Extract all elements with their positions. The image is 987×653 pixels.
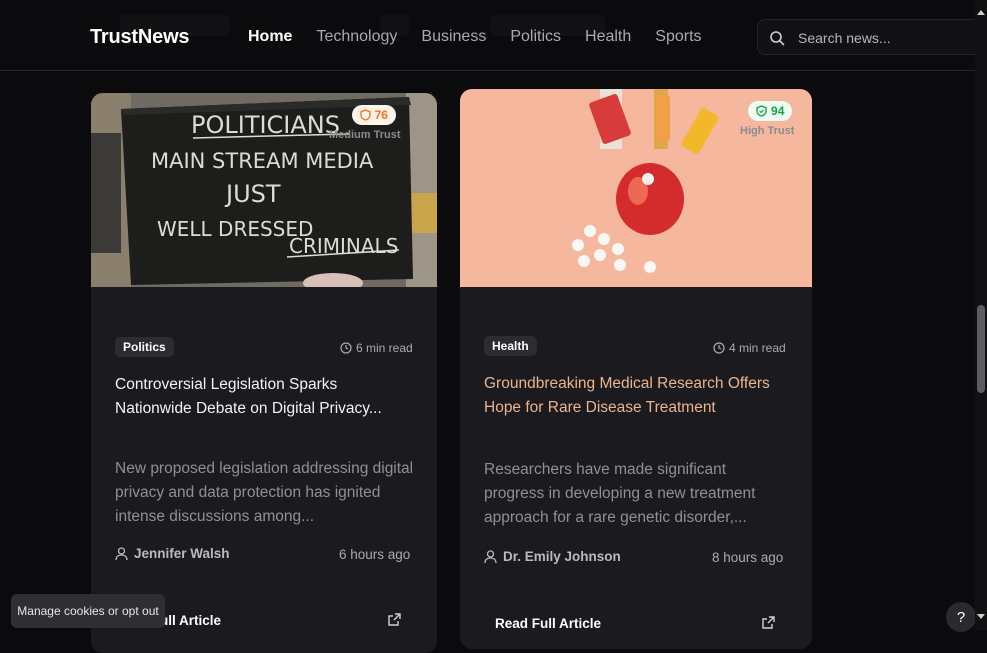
manage-cookies-button[interactable]: Manage cookies or opt out xyxy=(11,594,165,628)
clock-icon xyxy=(340,342,352,354)
article-excerpt: Researchers have made significant progre… xyxy=(484,461,756,526)
read-time-text: 6 min read xyxy=(356,341,413,355)
read-time: 6 min read xyxy=(340,341,413,355)
sign-text-line: CRIMINALS xyxy=(289,234,398,258)
clock-icon xyxy=(713,342,725,354)
read-time-text: 4 min read xyxy=(729,341,786,355)
scroll-up-arrow-icon[interactable] xyxy=(977,10,985,15)
external-link-icon[interactable] xyxy=(761,615,776,630)
article-title[interactable]: Controversial Legislation Sparks Nationw… xyxy=(115,373,415,421)
trust-score: 94 xyxy=(771,104,785,118)
author-name: Jennifer Walsh xyxy=(134,546,230,561)
nav-sports[interactable]: Sports xyxy=(655,28,701,46)
user-icon xyxy=(484,549,497,563)
nav-politics[interactable]: Politics xyxy=(510,28,561,46)
brand-logo[interactable]: TrustNews xyxy=(90,26,190,49)
category-tag[interactable]: Politics xyxy=(115,337,174,357)
trust-label: High Trust xyxy=(740,125,795,137)
external-link-icon[interactable] xyxy=(387,612,402,627)
nav-technology[interactable]: Technology xyxy=(316,28,397,46)
published-time: 8 hours ago xyxy=(712,550,784,565)
search-box[interactable] xyxy=(757,19,982,55)
article-card[interactable]: POLITICIANS MAIN STREAM MEDIA JUST WELL … xyxy=(91,93,437,653)
article-card[interactable]: 94 High Trust Health 4 min read Groundbr… xyxy=(460,89,812,649)
author-name: Dr. Emily Johnson xyxy=(503,549,621,564)
scrollbar-thumb[interactable] xyxy=(977,305,985,393)
top-navigation-bar: TrustNews Home Technology Business Polit… xyxy=(0,0,982,71)
sign-text-line: JUST xyxy=(224,180,281,208)
author: Jennifer Walsh xyxy=(115,546,230,561)
nav-home[interactable]: Home xyxy=(248,28,292,46)
help-button[interactable]: ? xyxy=(946,602,976,632)
nav-health[interactable]: Health xyxy=(585,28,631,46)
vertical-scrollbar[interactable] xyxy=(975,0,987,631)
search-input[interactable] xyxy=(796,27,970,49)
category-tag[interactable]: Health xyxy=(484,336,537,356)
read-full-article-link[interactable]: Read Full Article xyxy=(495,616,601,631)
shield-icon xyxy=(359,109,371,121)
search-icon xyxy=(770,31,785,46)
sign-text-line: MAIN STREAM MEDIA xyxy=(151,149,374,173)
nav-business[interactable]: Business xyxy=(421,28,486,46)
trust-label: Medium Trust xyxy=(329,129,401,141)
read-time: 4 min read xyxy=(713,341,786,355)
author: Dr. Emily Johnson xyxy=(484,549,621,564)
main-nav: Home Technology Business Politics Health… xyxy=(248,28,702,46)
user-icon xyxy=(115,546,128,560)
article-title[interactable]: Groundbreaking Medical Research Offers H… xyxy=(484,372,794,420)
published-time: 6 hours ago xyxy=(339,547,411,562)
trust-score-badge: 76 Medium Trust xyxy=(329,105,401,141)
article-excerpt: New proposed legislation addressing digi… xyxy=(115,460,414,525)
trust-score-badge: 94 High Trust xyxy=(740,101,794,137)
scroll-down-arrow-icon[interactable] xyxy=(977,614,985,619)
trust-score: 76 xyxy=(374,108,388,122)
shield-icon xyxy=(756,105,767,117)
